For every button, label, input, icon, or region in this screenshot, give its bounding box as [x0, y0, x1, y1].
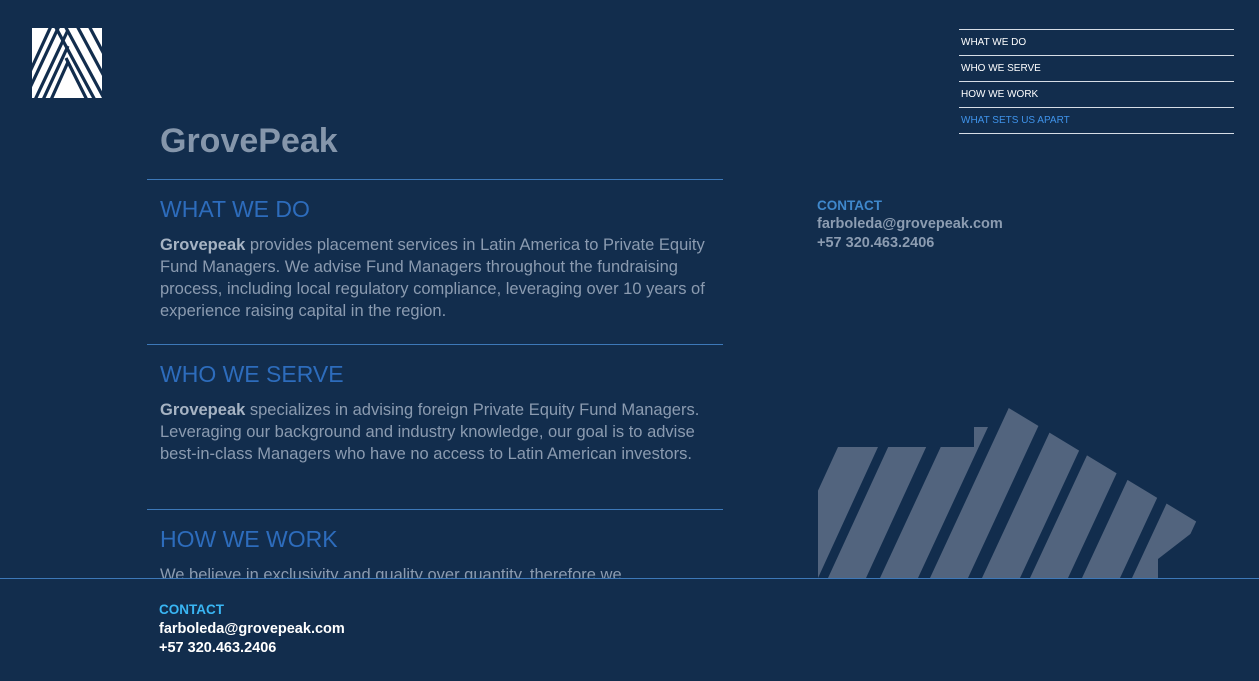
- section-title: WHO WE SERVE: [160, 361, 344, 387]
- section-who-we-serve: WHO WE SERVE Grovepeak specializes in ad…: [147, 344, 723, 465]
- section-title: WHAT WE DO: [160, 196, 310, 222]
- contact-email-link[interactable]: farboleda@grovepeak.com: [817, 215, 1003, 234]
- section-body: Grovepeak provides placement services in…: [160, 234, 715, 322]
- section-body: Grovepeak specializes in advising foreig…: [160, 399, 715, 465]
- nav-item-how-we-work[interactable]: HOW WE WORK: [959, 82, 1234, 108]
- footer-email-link[interactable]: farboleda@grovepeak.com: [159, 620, 345, 640]
- section-lead: Grovepeak: [160, 236, 246, 254]
- nav-item-who-we-serve[interactable]: WHO WE SERVE: [959, 56, 1234, 82]
- section-how-we-work: HOW WE WORK We believe in exclusivity an…: [147, 509, 723, 578]
- decorative-stripes-graphic: [818, 397, 1202, 578]
- section-what-we-do: WHAT WE DO Grovepeak provides placement …: [147, 179, 723, 322]
- section-title: HOW WE WORK: [160, 526, 338, 552]
- footer: CONTACT farboleda@grovepeak.com +57 320.…: [0, 578, 1259, 681]
- brand-title: GrovePeak: [160, 122, 338, 160]
- section-text: We believe in exclusivity and quality ov…: [160, 566, 622, 578]
- top-nav: WHAT WE DO WHO WE SERVE HOW WE WORK WHAT…: [959, 29, 1234, 134]
- contact-label: CONTACT: [817, 198, 882, 213]
- footer-contact-label: CONTACT: [159, 602, 224, 617]
- contact-panel: CONTACT farboleda@grovepeak.com +57 320.…: [817, 196, 1003, 253]
- footer-contact: CONTACT farboleda@grovepeak.com +57 320.…: [159, 600, 345, 659]
- nav-item-what-sets-us-apart[interactable]: WHAT SETS US APART: [959, 108, 1234, 134]
- section-lead: Grovepeak: [160, 401, 246, 419]
- contact-phone-link[interactable]: +57 320.463.2406: [817, 234, 1003, 253]
- page: WHAT WE DO WHO WE SERVE HOW WE WORK WHAT…: [0, 0, 1259, 681]
- main-content: GrovePeak WHAT WE DO Grovepeak provides …: [147, 0, 723, 578]
- striped-a-logo-icon[interactable]: [32, 28, 102, 98]
- section-body: We believe in exclusivity and quality ov…: [160, 564, 715, 578]
- footer-phone-link[interactable]: +57 320.463.2406: [159, 639, 345, 659]
- nav-item-what-we-do[interactable]: WHAT WE DO: [959, 30, 1234, 56]
